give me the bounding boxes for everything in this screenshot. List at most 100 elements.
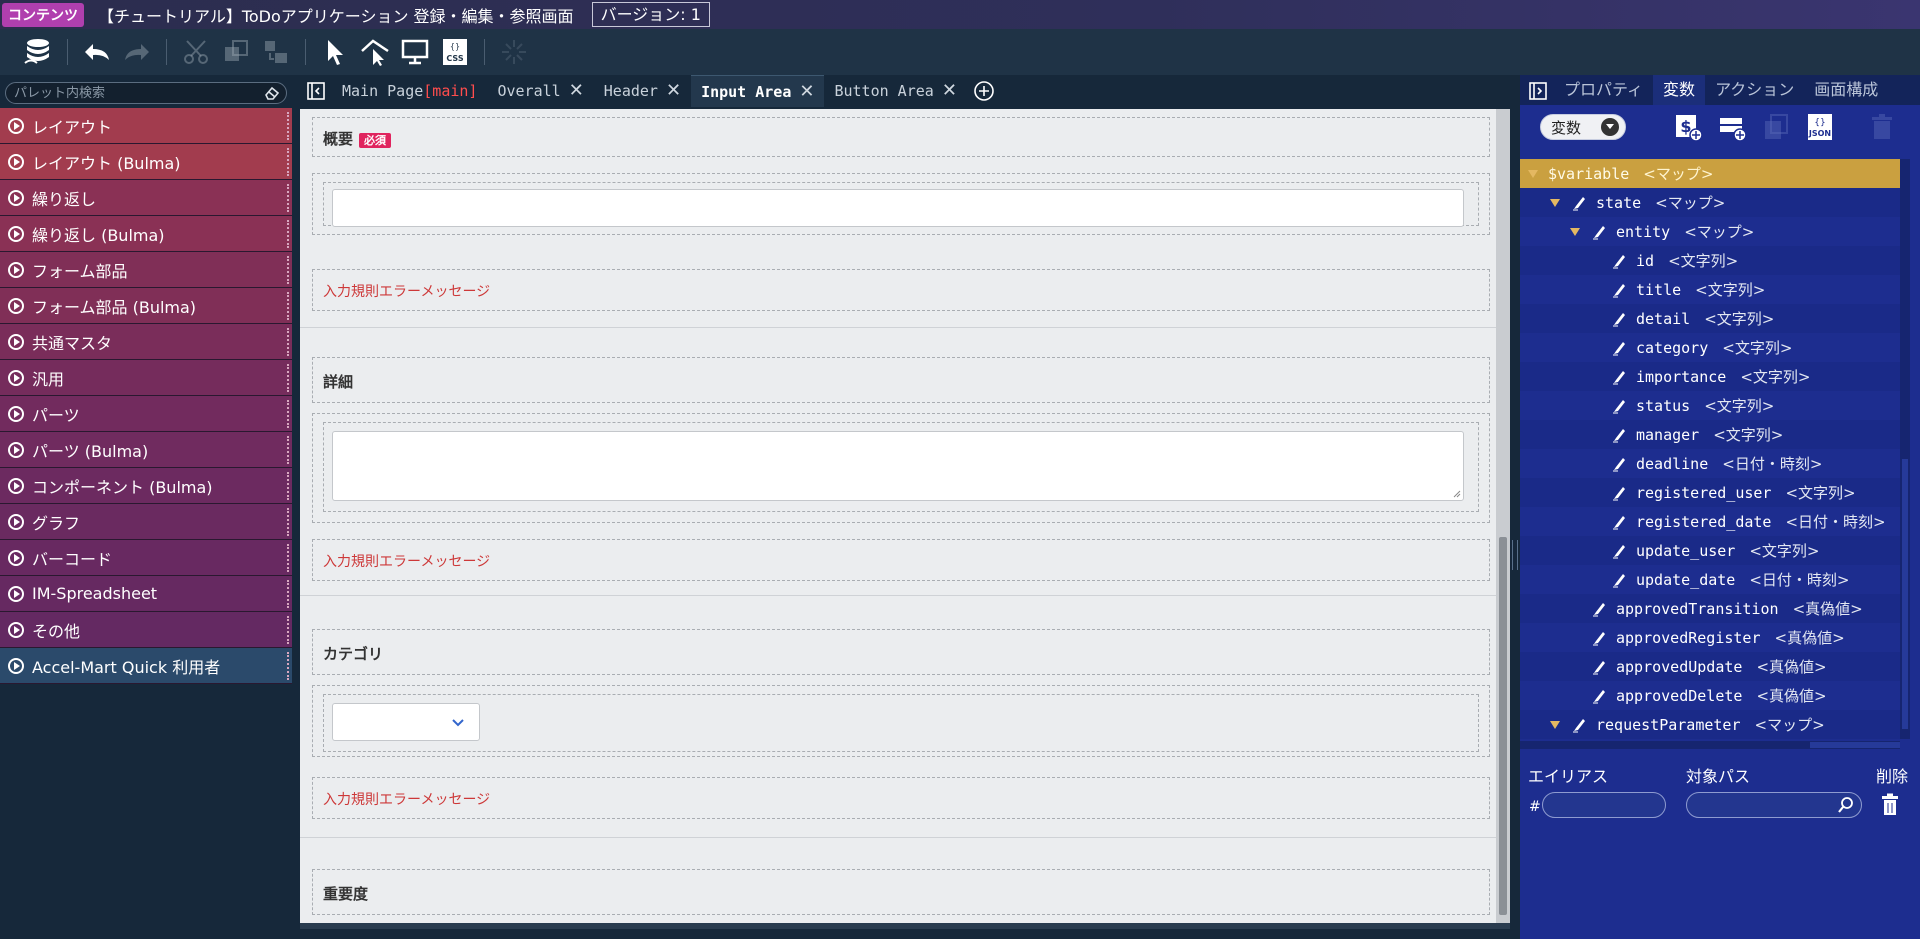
- variable-tree-row[interactable]: state <マップ>: [1520, 188, 1900, 217]
- summary-label-box[interactable]: 概要 必須: [312, 117, 1490, 157]
- edit-pen-icon[interactable]: [1610, 310, 1628, 328]
- edit-pen-icon[interactable]: [1610, 455, 1628, 473]
- variable-tree-row[interactable]: status <文字列>: [1520, 391, 1900, 420]
- json-button[interactable]: {} JSON: [1800, 107, 1840, 147]
- tab-input-area[interactable]: Input Area ✕: [691, 75, 825, 108]
- palette-category[interactable]: レイアウト (Bulma): [0, 144, 292, 180]
- palette-category[interactable]: バーコード: [0, 540, 292, 576]
- edit-pen-icon[interactable]: [1590, 687, 1608, 705]
- variable-tree-row[interactable]: approvedRegister <真偽値>: [1520, 623, 1900, 652]
- canvas-vertical-scrollbar[interactable]: [1496, 109, 1510, 923]
- css-button[interactable]: {} CSS: [435, 32, 475, 72]
- collapse-right-panel-button[interactable]: [1520, 75, 1554, 105]
- variable-tree-row[interactable]: entity <マップ>: [1520, 217, 1900, 246]
- add-variable-button[interactable]: $: [1668, 107, 1708, 147]
- variable-tree-row[interactable]: approvedUpdate <真偽値>: [1520, 652, 1900, 681]
- redo-button[interactable]: [117, 32, 157, 72]
- cut-button[interactable]: [176, 32, 216, 72]
- variable-tree-row[interactable]: requestParameter <マップ>: [1520, 710, 1900, 739]
- target-path-input[interactable]: [1686, 792, 1862, 818]
- tab-header[interactable]: Header ✕: [594, 75, 691, 107]
- edit-pen-icon[interactable]: [1590, 600, 1608, 618]
- add-tab-button[interactable]: [967, 75, 1001, 107]
- edit-pen-icon[interactable]: [1610, 426, 1628, 444]
- palette-category[interactable]: パーツ (Bulma): [0, 432, 292, 468]
- palette-category[interactable]: IM-Spreadsheet: [0, 576, 292, 612]
- variable-root-row[interactable]: $variable <マップ>: [1520, 159, 1900, 188]
- palette-category[interactable]: 繰り返し (Bulma): [0, 216, 292, 252]
- variable-tree-scrollbar[interactable]: [1900, 159, 1910, 739]
- variable-tree-row[interactable]: registered_date <日付・時刻>: [1520, 507, 1900, 536]
- copy-button[interactable]: [216, 32, 256, 72]
- edit-pen-icon[interactable]: [1570, 194, 1588, 212]
- variable-tree-row[interactable]: detail <文字列>: [1520, 304, 1900, 333]
- panel-splitter-handle[interactable]: [1512, 540, 1518, 570]
- edit-pen-icon[interactable]: [1610, 397, 1628, 415]
- add-storage-variable-button[interactable]: [1712, 107, 1752, 147]
- expand-arrow-icon[interactable]: [1550, 198, 1560, 207]
- palette-category[interactable]: 共通マスタ: [0, 324, 292, 360]
- variable-type-select[interactable]: 変数: [1540, 114, 1626, 140]
- database-button[interactable]: [18, 32, 58, 72]
- edit-pen-icon[interactable]: [1610, 571, 1628, 589]
- edit-pen-icon[interactable]: [1590, 658, 1608, 676]
- palette-category[interactable]: 汎用: [0, 360, 292, 396]
- edit-pen-icon[interactable]: [1610, 368, 1628, 386]
- variable-tree-row[interactable]: update_user <文字列>: [1520, 536, 1900, 565]
- summary-text-input[interactable]: [332, 189, 1464, 227]
- edit-pen-icon[interactable]: [1610, 252, 1628, 270]
- undo-button[interactable]: [77, 32, 117, 72]
- edit-pen-icon[interactable]: [1590, 223, 1608, 241]
- close-icon[interactable]: ✕: [799, 76, 814, 108]
- select-button[interactable]: [315, 32, 355, 72]
- tab-properties[interactable]: プロパティ: [1554, 75, 1653, 105]
- category-label-box[interactable]: カテゴリ: [312, 629, 1490, 675]
- palette-category[interactable]: パーツ: [0, 396, 292, 432]
- palette-category[interactable]: Accel-Mart Quick 利用者: [0, 648, 292, 684]
- delete-alias-button[interactable]: [1880, 793, 1900, 821]
- copy-variable-button[interactable]: [1756, 107, 1796, 147]
- expand-arrow-icon[interactable]: [1570, 227, 1580, 236]
- edit-pen-icon[interactable]: [1610, 484, 1628, 502]
- variable-tree-row[interactable]: importance <文字列>: [1520, 362, 1900, 391]
- edit-pen-icon[interactable]: [1570, 716, 1588, 734]
- tab-main-page[interactable]: Main Page [main]: [332, 75, 487, 107]
- edit-pen-icon[interactable]: [1610, 339, 1628, 357]
- edit-pen-icon[interactable]: [1590, 629, 1608, 647]
- collapse-palette-button[interactable]: [300, 75, 332, 107]
- variable-tree-hscrollbar[interactable]: [1520, 741, 1900, 749]
- scrollbar-thumb[interactable]: [1810, 742, 1900, 748]
- palette-category[interactable]: フォーム部品: [0, 252, 292, 288]
- tab-actions[interactable]: アクション: [1705, 75, 1804, 105]
- detail-label-box[interactable]: 詳細: [312, 357, 1490, 403]
- palette-category[interactable]: 繰り返し: [0, 180, 292, 216]
- palette-search-input[interactable]: [12, 84, 264, 102]
- tab-screen-structure[interactable]: 画面構成: [1804, 75, 1888, 105]
- variable-tree-row[interactable]: approvedDelete <真偽値>: [1520, 681, 1900, 710]
- variable-tree-row[interactable]: manager <文字列>: [1520, 420, 1900, 449]
- edit-pen-icon[interactable]: [1610, 513, 1628, 531]
- tab-button-area[interactable]: Button Area ✕: [824, 75, 966, 107]
- alias-input[interactable]: [1542, 792, 1666, 818]
- palette-category[interactable]: レイアウト: [0, 108, 292, 144]
- expand-arrow-icon[interactable]: [1528, 169, 1538, 178]
- version-indicator[interactable]: バージョン: 1: [591, 2, 710, 27]
- paste-button[interactable]: [256, 32, 296, 72]
- eraser-icon[interactable]: [264, 86, 280, 100]
- edit-pen-icon[interactable]: [1610, 281, 1628, 299]
- variable-tree-row[interactable]: category <文字列>: [1520, 333, 1900, 362]
- variable-tree-row[interactable]: id <文字列>: [1520, 246, 1900, 275]
- delete-variable-button[interactable]: [1862, 107, 1902, 147]
- variable-tree-row[interactable]: approvedTransition <真偽値>: [1520, 594, 1900, 623]
- variable-tree-row[interactable]: update_date <日付・時刻>: [1520, 565, 1900, 594]
- palette-category[interactable]: コンポーネント (Bulma): [0, 468, 292, 504]
- detail-textarea[interactable]: [332, 431, 1464, 501]
- variable-tree-row[interactable]: deadline <日付・時刻>: [1520, 449, 1900, 478]
- close-icon[interactable]: ✕: [569, 75, 584, 107]
- tab-overall[interactable]: Overall ✕: [487, 75, 593, 107]
- palette-category[interactable]: フォーム部品 (Bulma): [0, 288, 292, 324]
- variable-tree-row[interactable]: registered_user <文字列>: [1520, 478, 1900, 507]
- importance-label-box[interactable]: 重要度: [312, 869, 1490, 915]
- category-select[interactable]: [332, 703, 480, 741]
- scrollbar-thumb[interactable]: [1499, 537, 1507, 915]
